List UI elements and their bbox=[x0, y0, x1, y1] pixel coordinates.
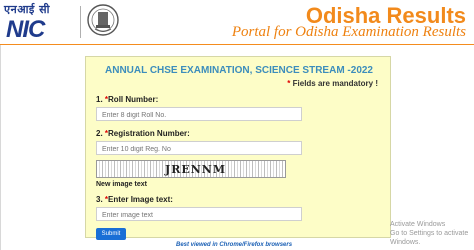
image-text-index: 3. bbox=[96, 195, 105, 204]
registration-number-input[interactable] bbox=[96, 141, 302, 155]
left-edge bbox=[0, 45, 1, 250]
image-text-label-text: Enter Image text: bbox=[108, 195, 173, 204]
registration-number-label-text: Registration Number: bbox=[108, 129, 190, 138]
submit-button[interactable]: Submit bbox=[96, 228, 126, 240]
exam-title: ANNUAL CHSE EXAMINATION, SCIENCE STREAM … bbox=[105, 65, 373, 76]
captcha-image: JRENNM bbox=[96, 160, 286, 178]
mandatory-note: * Fields are mandatory ! bbox=[287, 79, 378, 88]
image-text-input[interactable] bbox=[96, 207, 302, 221]
nic-logo[interactable]: एनआई सी NIC bbox=[4, 2, 84, 43]
site-subtitle: Portal for Odisha Examination Results bbox=[231, 24, 466, 40]
odisha-emblem-icon bbox=[86, 3, 120, 39]
mandatory-note-text: Fields are mandatory ! bbox=[292, 79, 378, 88]
activate-windows-watermark: Activate Windows Go to Settings to activ… bbox=[390, 220, 474, 247]
image-text-label: 3. *Enter Image text: bbox=[96, 195, 173, 204]
captcha-text: JRENNM bbox=[165, 163, 227, 176]
browser-note: Best viewed in Chrome/Firefox browsers bbox=[176, 242, 293, 248]
logo-divider bbox=[80, 6, 81, 38]
roll-number-label: 1. *Roll Number: bbox=[96, 95, 158, 104]
result-form-panel: ANNUAL CHSE EXAMINATION, SCIENCE STREAM … bbox=[85, 56, 391, 240]
new-image-link[interactable]: New image text bbox=[96, 181, 147, 188]
activate-line-1: Activate Windows bbox=[390, 221, 446, 228]
activate-line-2: Go to Settings to activate Windows. bbox=[390, 230, 469, 246]
nic-text: NIC bbox=[6, 16, 45, 43]
roll-number-input[interactable] bbox=[96, 107, 302, 121]
nic-hindi-text: एनआई सी bbox=[4, 3, 50, 16]
roll-number-label-text: Roll Number: bbox=[108, 95, 159, 104]
registration-number-label: 2. *Registration Number: bbox=[96, 129, 190, 138]
header-divider bbox=[0, 44, 474, 45]
roll-number-index: 1. bbox=[96, 95, 105, 104]
registration-number-index: 2. bbox=[96, 129, 105, 138]
page-header: एनआई सी NIC Odisha Results Portal for Od… bbox=[0, 0, 474, 44]
